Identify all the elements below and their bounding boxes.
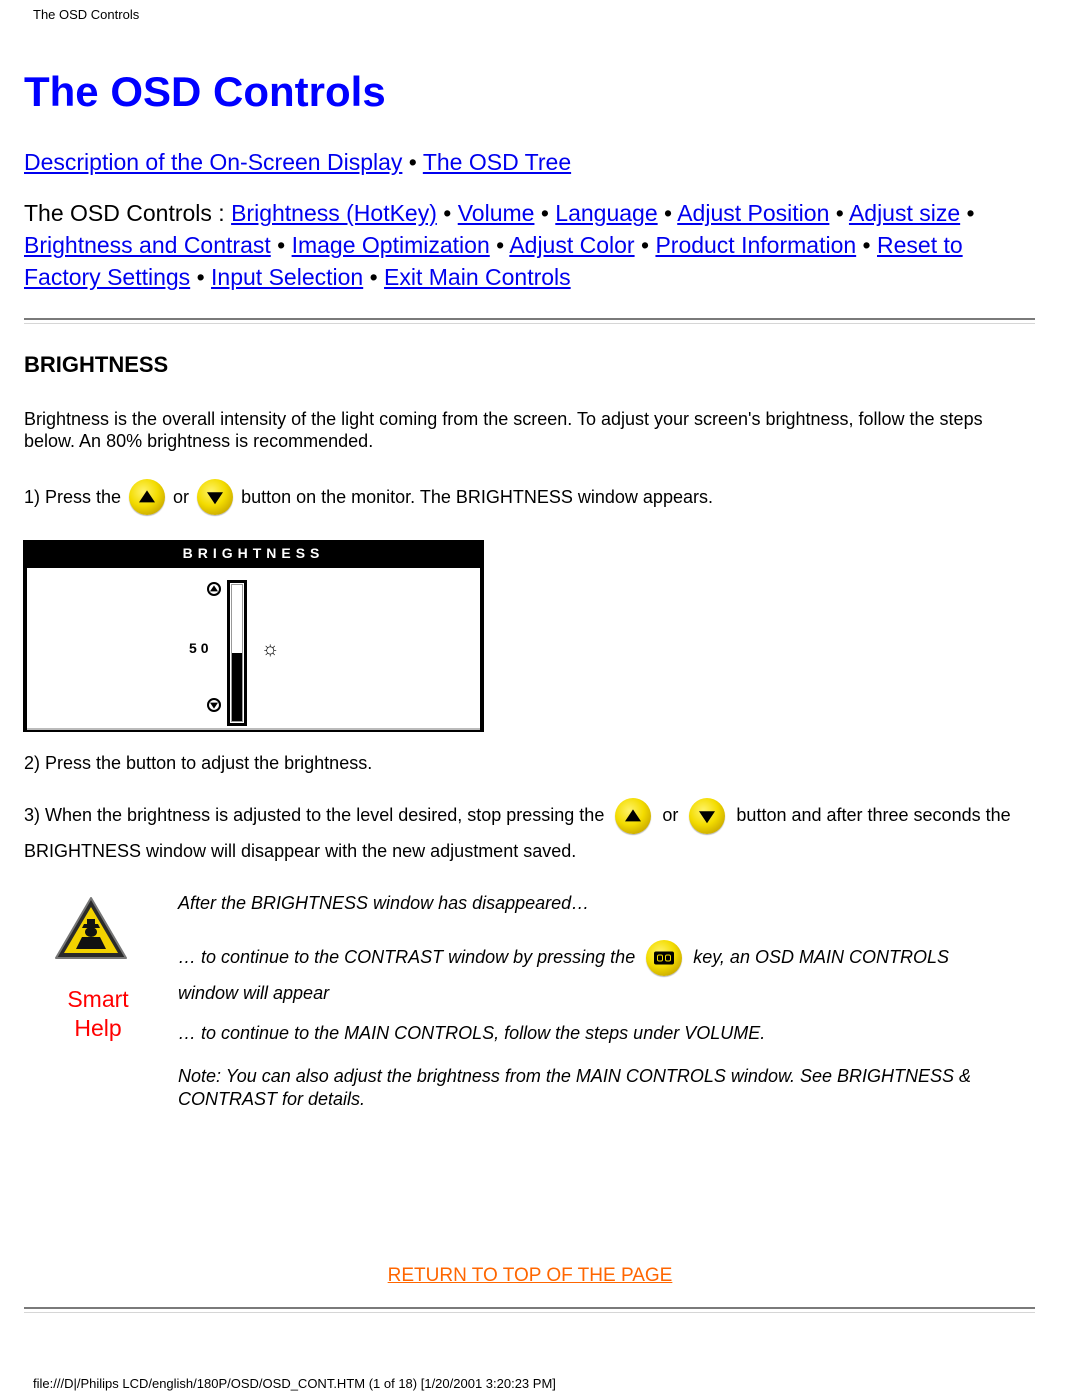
smart-help-line-2: … to continue to the CONTRAST window by … — [178, 940, 978, 1010]
separator: • — [664, 200, 673, 226]
down-button-icon — [197, 479, 234, 515]
nav-link-adjust-position[interactable]: Adjust Position — [677, 200, 829, 226]
down-arrow-icon — [207, 698, 221, 712]
primary-nav: Description of the On-Screen Display • T… — [24, 148, 571, 176]
nav-link-input-selection[interactable]: Input Selection — [211, 264, 363, 290]
up-button-icon — [615, 798, 652, 835]
separator: • — [196, 264, 205, 290]
separator: • — [540, 200, 549, 226]
divider — [24, 1307, 1035, 1313]
brightness-osd-window: BRIGHTNESS 50 ☼ — [23, 540, 484, 732]
separator: • — [408, 149, 417, 175]
separator: • — [496, 232, 505, 258]
separator: • — [862, 232, 871, 258]
smart-help-line-2-before: … to continue to the CONTRAST window by … — [178, 947, 636, 967]
page-footer-path: file:///D|/Philips LCD/english/180P/OSD/… — [33, 1376, 556, 1391]
nav-link-adjust-color[interactable]: Adjust Color — [509, 232, 634, 258]
nav-link-brightness-contrast[interactable]: Brightness and Contrast — [24, 232, 271, 258]
step-1-text-after: button on the monitor. The BRIGHTNESS wi… — [241, 487, 713, 507]
sun-icon: ☼ — [261, 638, 280, 660]
separator: • — [277, 232, 286, 258]
secondary-nav: The OSD Controls : Brightness (HotKey) •… — [24, 197, 1044, 293]
step-3-or: or — [662, 805, 679, 825]
nav-link-brightness-hotkey[interactable]: Brightness (HotKey) — [231, 200, 437, 226]
osd-window-body: 50 ☼ — [27, 568, 480, 730]
page-title: The OSD Controls — [24, 68, 386, 115]
separator: • — [443, 200, 452, 226]
step-1: 1) Press the or button on the monitor. T… — [24, 479, 713, 515]
brightness-level-fill — [232, 653, 242, 721]
osd-window-title: BRIGHTNESS — [182, 545, 325, 561]
up-button-icon — [129, 479, 166, 515]
step-3-text-before: 3) When the brightness is adjusted to th… — [24, 805, 605, 825]
nav-link-osd-tree[interactable]: The OSD Tree — [423, 149, 571, 175]
section-heading: BRIGHTNESS — [24, 352, 169, 377]
smart-help-line-1: After the BRIGHTNESS window has disappea… — [178, 893, 590, 913]
ok-button-icon — [646, 940, 683, 977]
smart-help-note: Note: You can also adjust the brightness… — [178, 1066, 972, 1109]
return-to-top-link[interactable]: RETURN TO TOP OF THE PAGE — [388, 1265, 673, 1286]
step-2: 2) Press the button to adjust the bright… — [24, 753, 373, 773]
nav-link-description-osd[interactable]: Description of the On-Screen Display — [24, 149, 402, 175]
separator: • — [640, 232, 650, 258]
divider — [24, 318, 1035, 324]
intro-paragraph: Brightness is the overall intensity of t… — [24, 409, 983, 451]
smart-help-line-3: … to continue to the MAIN CONTROLS, foll… — [178, 1023, 766, 1043]
nav-link-volume[interactable]: Volume — [458, 200, 535, 226]
nav-prefix: The OSD Controls : — [24, 200, 232, 226]
nav-link-image-optimization[interactable]: Image Optimization — [292, 232, 490, 258]
smart-help-label: Smart Help — [52, 985, 144, 1043]
separator: • — [835, 200, 844, 226]
step-3: 3) When the brightness is adjusted to th… — [24, 798, 1024, 868]
step-1-or: or — [173, 487, 190, 507]
down-button-icon — [689, 798, 726, 835]
smart-help-label-line2: Help — [74, 1015, 122, 1041]
nav-link-product-information[interactable]: Product Information — [655, 232, 856, 258]
up-arrow-icon — [207, 582, 221, 596]
smart-help-label-line1: Smart — [67, 986, 129, 1012]
smart-help-warning-icon — [55, 897, 127, 959]
return-to-top-container: RETURN TO TOP OF THE PAGE — [0, 1265, 1060, 1287]
separator: • — [369, 264, 378, 290]
brightness-value: 50 — [189, 640, 213, 656]
page-header: The OSD Controls — [33, 7, 140, 22]
nav-link-adjust-size[interactable]: Adjust size — [849, 200, 960, 226]
separator: • — [966, 200, 975, 226]
brightness-level-bar — [227, 580, 247, 726]
nav-link-exit-main-controls[interactable]: Exit Main Controls — [384, 264, 571, 290]
step-1-text-before: 1) Press the — [24, 487, 122, 507]
nav-link-language[interactable]: Language — [555, 200, 657, 226]
